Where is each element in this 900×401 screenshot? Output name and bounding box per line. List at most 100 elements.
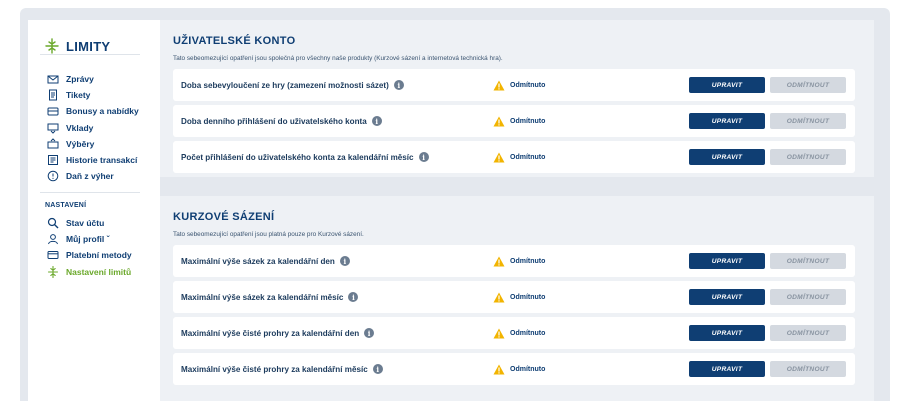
user-icon (47, 233, 59, 245)
sidebar-item-label: Výběry (66, 138, 95, 149)
history-icon (47, 154, 59, 166)
divider (40, 54, 140, 55)
refuse-button[interactable]: ODMÍTNOUT (770, 289, 846, 305)
sidebar-item-platebni-metody[interactable]: Platební metody (47, 247, 132, 263)
limit-label-text: Maximální výše sázek za kalendářní den (181, 256, 335, 266)
status: Odmítnuto (493, 256, 545, 267)
deposit-icon (47, 122, 59, 134)
info-icon[interactable]: i (372, 364, 383, 374)
sidebar-item-label: Zprávy (66, 74, 94, 85)
limits-icon (47, 265, 59, 278)
status-text: Odmítnuto (510, 329, 546, 337)
tax-icon (47, 170, 59, 182)
sidebar-item-label: Vklady (66, 122, 94, 133)
limit-label-text: Počet přihlášení do uživatelského konta … (181, 152, 414, 162)
sidebar-item-historie[interactable]: Historie transakcí (47, 152, 139, 168)
info-icon[interactable]: i (393, 80, 404, 90)
status-text: Odmítnuto (510, 117, 546, 125)
section-user-account: UŽIVATELSKÉ KONTO Tato sebeomezující opa… (160, 20, 874, 177)
sidebar-item-zpravy[interactable]: Zprávy (47, 71, 139, 87)
limit-label: Maximální výše sázek za kalendářní měsíc… (181, 292, 359, 302)
sidebar-item-muj-profil[interactable]: Můj profil ˇ (47, 231, 132, 247)
refuse-button[interactable]: ODMÍTNOUT (770, 113, 846, 129)
refuse-button[interactable]: ODMÍTNOUT (770, 149, 846, 165)
status-text: Odmítnuto (510, 365, 546, 373)
status-text: Odmítnuto (510, 153, 546, 161)
main-content: UŽIVATELSKÉ KONTO Tato sebeomezující opa… (160, 20, 874, 401)
status: Odmítnuto (493, 328, 545, 339)
sidebar-title-text: LIMITY (66, 38, 111, 54)
limits-page: LIMITY Zprávy Tikety Bonusy a nabídky Vk… (28, 20, 874, 401)
withdraw-icon (47, 138, 59, 150)
info-icon[interactable]: i (348, 292, 359, 302)
sidebar-item-label: Platební metody (66, 250, 132, 261)
search-icon (47, 217, 59, 229)
limit-label-text: Doba sebevyloučení ze hry (zamezení možn… (181, 80, 389, 90)
edit-button[interactable]: UPRAVIT (689, 289, 765, 305)
edit-button[interactable]: UPRAVIT (689, 361, 765, 377)
edit-button[interactable]: UPRAVIT (689, 113, 765, 129)
warning-icon (493, 292, 505, 303)
limit-label: Doba denního přihlášení do uživatelského… (181, 116, 382, 126)
sidebar-item-stav-uctu[interactable]: Stav účtu (47, 215, 132, 231)
table-row: Doba sebevyloučení ze hry (zamezení možn… (173, 69, 855, 101)
section-title: UŽIVATELSKÉ KONTO (173, 35, 296, 47)
sidebar-item-label: Nastavení limitů (66, 266, 132, 277)
warning-icon (493, 116, 505, 127)
account-menu: Zprávy Tikety Bonusy a nabídky Vklady Vý… (47, 71, 139, 184)
status-text: Odmítnuto (510, 81, 546, 89)
envelope-icon (47, 73, 59, 85)
sidebar-item-vklady[interactable]: Vklady (47, 120, 139, 136)
info-icon[interactable]: i (339, 256, 350, 266)
sidebar-item-label: Tikety (66, 90, 91, 101)
status: Odmítnuto (493, 292, 545, 303)
section-description: Tato sebeomezující opatření jsou společn… (173, 55, 503, 62)
limit-label-text: Maximální výše čisté prohry za kalendářn… (181, 328, 360, 338)
section-description: Tato sebeomezující opatření jsou platná … (173, 231, 364, 238)
sidebar-item-label: Bonusy a nabídky (66, 106, 139, 117)
limit-label: Počet přihlášení do uživatelského konta … (181, 152, 429, 162)
sidebar-item-tikety[interactable]: Tikety (47, 87, 139, 103)
warning-icon (493, 328, 505, 339)
ticket-icon (47, 89, 59, 101)
gift-icon (47, 105, 59, 117)
table-row: Maximální výše čisté prohry za kalendářn… (173, 353, 855, 385)
table-row: Počet přihlášení do uživatelského konta … (173, 141, 855, 173)
edit-button[interactable]: UPRAVIT (689, 149, 765, 165)
edit-button[interactable]: UPRAVIT (689, 77, 765, 93)
edit-button[interactable]: UPRAVIT (689, 325, 765, 341)
divider (40, 192, 140, 193)
sidebar-item-label: Můj profil ˇ (66, 234, 110, 245)
limit-label: Maximální výše čisté prohry za kalendářn… (181, 328, 375, 338)
refuse-button[interactable]: ODMÍTNOUT (770, 77, 846, 93)
limit-label-text: Doba denního přihlášení do uživatelského… (181, 116, 367, 126)
info-icon[interactable]: i (364, 328, 375, 338)
refuse-button[interactable]: ODMÍTNOUT (770, 325, 846, 341)
sidebar-item-dan[interactable]: Daň z výher (47, 168, 139, 184)
sidebar-item-label: Historie transakcí (66, 155, 138, 166)
refuse-button[interactable]: ODMÍTNOUT (770, 361, 846, 377)
status: Odmítnuto (493, 116, 545, 127)
limit-label: Maximální výše sázek za kalendářní den i (181, 256, 350, 266)
info-icon[interactable]: i (418, 152, 429, 162)
sidebar-item-label: Daň z výher (66, 171, 114, 182)
section-title: KURZOVÉ SÁZENÍ (173, 211, 275, 223)
table-row: Maximální výše čisté prohry za kalendářn… (173, 317, 855, 349)
limit-label-text: Maximální výše čisté prohry za kalendářn… (181, 364, 368, 374)
refuse-button[interactable]: ODMÍTNOUT (770, 253, 846, 269)
limit-label-text: Maximální výše sázek za kalendářní měsíc (181, 292, 344, 302)
sidebar: LIMITY Zprávy Tikety Bonusy a nabídky Vk… (28, 20, 152, 401)
status: Odmítnuto (493, 364, 545, 375)
sidebar-item-bonusy[interactable]: Bonusy a nabídky (47, 103, 139, 119)
settings-menu: Stav účtu Můj profil ˇ Platební metody N… (47, 215, 132, 280)
warning-icon (493, 364, 505, 375)
warning-icon (493, 256, 505, 267)
table-row: Maximální výše sázek za kalendářní měsíc… (173, 281, 855, 313)
sidebar-item-nastaveni-limitu[interactable]: Nastavení limitů (47, 264, 132, 280)
section-sports-betting: KURZOVÉ SÁZENÍ Tato sebeomezující opatře… (160, 196, 874, 401)
info-icon[interactable]: i (371, 116, 382, 126)
status-text: Odmítnuto (510, 257, 546, 265)
edit-button[interactable]: UPRAVIT (689, 253, 765, 269)
sidebar-item-vybery[interactable]: Výběry (47, 136, 139, 152)
limit-label: Maximální výše čisté prohry za kalendářn… (181, 364, 383, 374)
